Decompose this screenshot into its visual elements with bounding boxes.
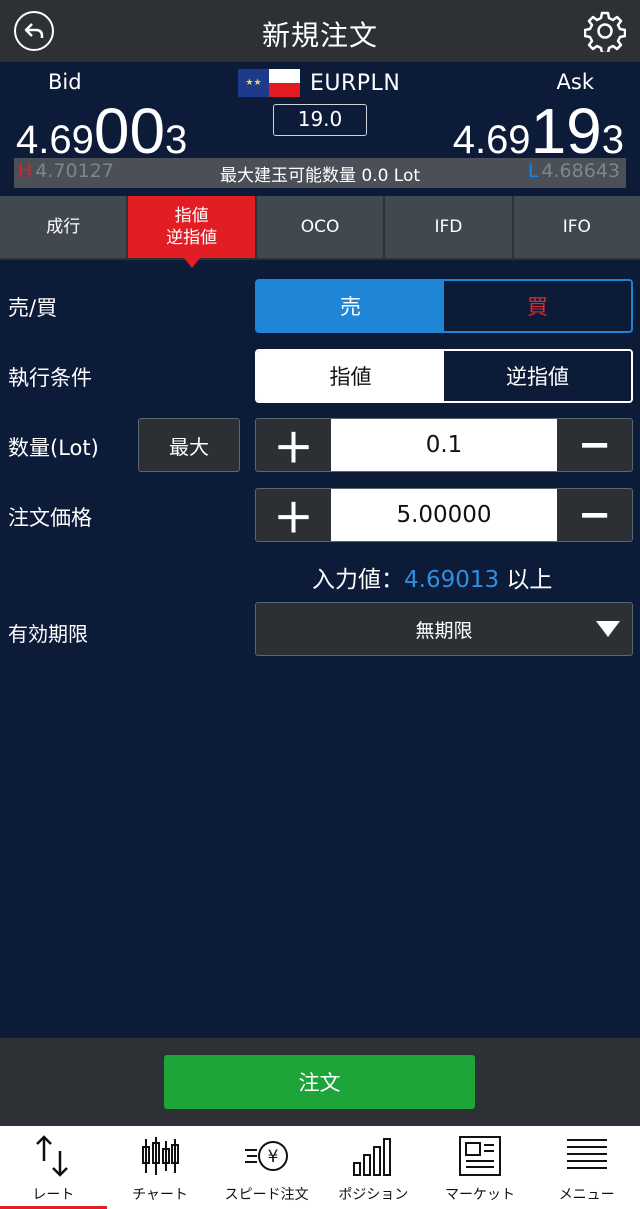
expiry-select[interactable]: 無期限 bbox=[255, 602, 633, 656]
nav-item-menu[interactable]: メニュー bbox=[533, 1126, 640, 1209]
price-hint-prefix: 入力値： bbox=[312, 567, 404, 593]
side-toggle: 売 買 bbox=[255, 279, 633, 333]
tab-market[interactable]: 成行 bbox=[0, 196, 127, 258]
ask-price[interactable]: 4.69193 bbox=[453, 94, 624, 168]
speed-order-icon: ¥ bbox=[243, 1132, 291, 1180]
exec-condition-label: 執行条件 bbox=[8, 366, 92, 390]
quantity-label: 数量(Lot) bbox=[8, 436, 99, 460]
bid-price-prefix: 4.69 bbox=[16, 118, 94, 162]
spread-value: 19.0 bbox=[273, 104, 367, 136]
nav-item-speed-order[interactable]: ¥ スピード注文 bbox=[213, 1126, 320, 1209]
stop-button[interactable]: 逆指値 bbox=[444, 351, 631, 401]
quantity-input[interactable]: 0.1 bbox=[331, 419, 557, 471]
price-hint-suffix: 以上 bbox=[499, 567, 553, 593]
quantity-plus-button[interactable]: ＋ bbox=[256, 419, 331, 471]
tab-ifo[interactable]: IFO bbox=[513, 196, 640, 258]
gear-icon[interactable] bbox=[583, 10, 627, 55]
ask-label: Ask bbox=[556, 70, 594, 94]
tab-ifo-label: IFO bbox=[562, 217, 591, 237]
dropdown-arrow-icon bbox=[596, 621, 620, 637]
rate-panel: Bid Ask ★★ EURPLN 19.0 4.69003 4.69193 H… bbox=[0, 62, 640, 196]
ask-price-suffix: 3 bbox=[601, 118, 624, 162]
bid-price[interactable]: 4.69003 bbox=[16, 94, 187, 168]
price-plus-button[interactable]: ＋ bbox=[256, 489, 331, 541]
nav-item-market[interactable]: マーケット bbox=[427, 1126, 534, 1209]
price-minus-button[interactable]: − bbox=[557, 489, 632, 541]
tab-oco[interactable]: OCO bbox=[256, 196, 384, 258]
side-label: 売/買 bbox=[8, 296, 58, 320]
svg-text:¥: ¥ bbox=[267, 1147, 278, 1167]
tab-ifd-label: IFD bbox=[434, 217, 463, 237]
tab-limit-stop[interactable]: 指値 逆指値 bbox=[128, 196, 255, 268]
quantity-stepper: ＋ 0.1 − bbox=[255, 418, 633, 472]
currency-pair[interactable]: ★★ EURPLN bbox=[238, 68, 400, 98]
tab-oco-label: OCO bbox=[300, 217, 340, 237]
bid-price-suffix: 3 bbox=[165, 118, 188, 162]
exec-condition-toggle: 指値 逆指値 bbox=[255, 349, 633, 403]
nav-label-rate: レート bbox=[32, 1187, 75, 1203]
tab-limit-label: 指値 bbox=[174, 206, 209, 226]
menu-list-icon bbox=[565, 1132, 609, 1180]
order-button[interactable]: 注文 bbox=[164, 1055, 475, 1109]
bid-label: Bid bbox=[48, 70, 82, 94]
bar-graph-icon bbox=[352, 1132, 394, 1180]
nav-item-position[interactable]: ポジション bbox=[320, 1126, 427, 1209]
expiry-label: 有効期限 bbox=[8, 622, 88, 646]
bid-price-pips: 00 bbox=[93, 95, 166, 167]
order-footer: 注文 bbox=[0, 1038, 640, 1126]
max-quantity-button[interactable]: 最大 bbox=[138, 418, 240, 472]
page-title: 新規注文 bbox=[261, 19, 378, 52]
tab-market-label: 成行 bbox=[46, 217, 81, 237]
price-hint: 入力値：4.69013 以上 bbox=[312, 560, 552, 594]
order-type-tabs: 成行 指値 逆指値 OCO IFD IFO bbox=[0, 196, 640, 268]
nav-item-rate[interactable]: レート bbox=[0, 1126, 107, 1209]
tab-ifd[interactable]: IFD bbox=[385, 196, 512, 258]
quantity-minus-button[interactable]: − bbox=[557, 419, 632, 471]
ask-price-prefix: 4.69 bbox=[452, 118, 531, 162]
candlestick-icon bbox=[140, 1132, 180, 1180]
price-stepper: ＋ 5.00000 − bbox=[255, 488, 633, 542]
bottom-nav: レート チャート ¥ スピード注文 ポジション マーケット メニュー bbox=[0, 1126, 640, 1209]
low-number: 4.68643 bbox=[541, 160, 620, 182]
nav-label-position: ポジション bbox=[338, 1187, 409, 1203]
rate-arrows-icon bbox=[30, 1132, 76, 1180]
nav-label-chart: チャート bbox=[132, 1187, 188, 1203]
tab-stop-label: 逆指値 bbox=[166, 228, 218, 248]
order-price-label: 注文価格 bbox=[8, 506, 92, 530]
pair-name: EURPLN bbox=[310, 70, 401, 96]
expiry-value: 無期限 bbox=[415, 619, 473, 642]
high-low-bar: H 4.70127 最大建玉可能数量 0.0 Lot L 4.68643 bbox=[14, 158, 626, 188]
header-bar: 新規注文 bbox=[0, 0, 640, 62]
price-hint-value: 4.69013 bbox=[404, 567, 500, 593]
newspaper-icon bbox=[458, 1132, 502, 1180]
sell-button[interactable]: 売 bbox=[257, 281, 444, 331]
nav-item-chart[interactable]: チャート bbox=[107, 1126, 214, 1209]
nav-label-speed-order: スピード注文 bbox=[224, 1187, 309, 1203]
low-prefix: L bbox=[527, 160, 539, 182]
ask-price-pips: 19 bbox=[530, 95, 602, 167]
price-input[interactable]: 5.00000 bbox=[331, 489, 557, 541]
eur-pln-flag-icon: ★★ bbox=[238, 69, 300, 97]
nav-label-menu: メニュー bbox=[558, 1187, 615, 1203]
low-value: L 4.68643 bbox=[528, 160, 620, 182]
limit-button[interactable]: 指値 bbox=[257, 351, 444, 401]
buy-button[interactable]: 買 bbox=[444, 281, 631, 331]
nav-label-market: マーケット bbox=[445, 1187, 516, 1203]
